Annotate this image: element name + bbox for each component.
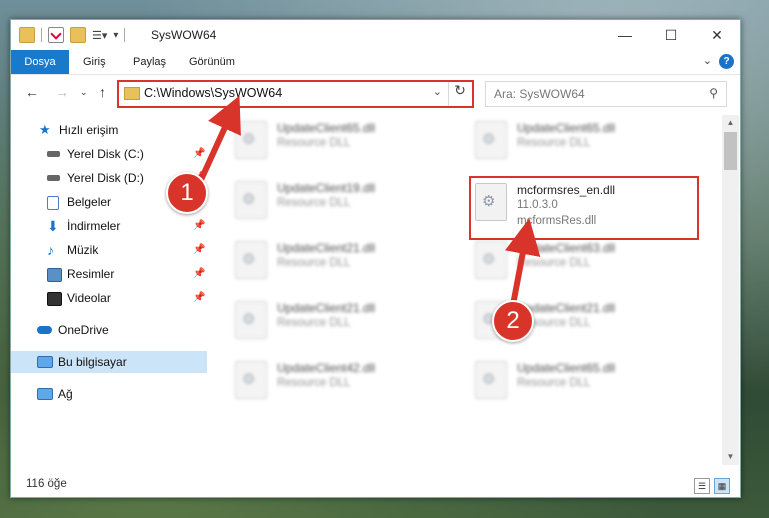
annotation-arrows [197,95,541,308]
step-2-badge: 2 [492,300,534,342]
arrow-step-1 [197,95,241,185]
arrow-step-2 [504,218,541,308]
step-1-badge: 1 [166,172,208,214]
